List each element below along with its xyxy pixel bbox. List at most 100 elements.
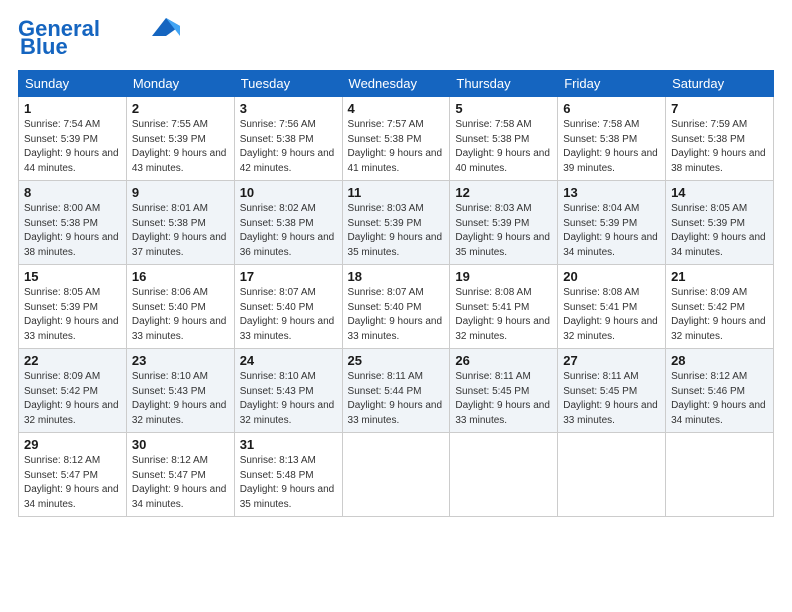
day-number: 9: [132, 185, 229, 200]
day-detail: Sunrise: 8:12 AM Sunset: 5:46 PM Dayligh…: [671, 370, 768, 428]
header: General Blue: [18, 18, 774, 60]
day-detail: Sunrise: 7:58 AM Sunset: 5:38 PM Dayligh…: [455, 118, 552, 176]
day-number: 20: [563, 269, 660, 284]
day-cell-31: 31 Sunrise: 8:13 AM Sunset: 5:48 PM Dayl…: [234, 433, 342, 517]
week-row-1: 1 Sunrise: 7:54 AM Sunset: 5:39 PM Dayli…: [19, 97, 774, 181]
day-cell-25: 25 Sunrise: 8:11 AM Sunset: 5:44 PM Dayl…: [342, 349, 450, 433]
day-number: 21: [671, 269, 768, 284]
day-detail: Sunrise: 8:05 AM Sunset: 5:39 PM Dayligh…: [24, 286, 121, 344]
week-row-5: 29 Sunrise: 8:12 AM Sunset: 5:47 PM Dayl…: [19, 433, 774, 517]
weekday-thursday: Thursday: [450, 71, 558, 97]
day-detail: Sunrise: 8:03 AM Sunset: 5:39 PM Dayligh…: [455, 202, 552, 260]
day-detail: Sunrise: 8:04 AM Sunset: 5:39 PM Dayligh…: [563, 202, 660, 260]
day-cell-6: 6 Sunrise: 7:58 AM Sunset: 5:38 PM Dayli…: [558, 97, 666, 181]
day-detail: Sunrise: 8:01 AM Sunset: 5:38 PM Dayligh…: [132, 202, 229, 260]
day-detail: Sunrise: 8:09 AM Sunset: 5:42 PM Dayligh…: [671, 286, 768, 344]
day-detail: Sunrise: 7:56 AM Sunset: 5:38 PM Dayligh…: [240, 118, 337, 176]
day-detail: Sunrise: 8:13 AM Sunset: 5:48 PM Dayligh…: [240, 454, 337, 512]
day-detail: Sunrise: 8:12 AM Sunset: 5:47 PM Dayligh…: [24, 454, 121, 512]
day-number: 22: [24, 353, 121, 368]
day-cell-17: 17 Sunrise: 8:07 AM Sunset: 5:40 PM Dayl…: [234, 265, 342, 349]
day-cell-20: 20 Sunrise: 8:08 AM Sunset: 5:41 PM Dayl…: [558, 265, 666, 349]
day-cell-3: 3 Sunrise: 7:56 AM Sunset: 5:38 PM Dayli…: [234, 97, 342, 181]
weekday-saturday: Saturday: [666, 71, 774, 97]
day-detail: Sunrise: 8:10 AM Sunset: 5:43 PM Dayligh…: [132, 370, 229, 428]
calendar-table: SundayMondayTuesdayWednesdayThursdayFrid…: [18, 70, 774, 517]
day-cell-23: 23 Sunrise: 8:10 AM Sunset: 5:43 PM Dayl…: [126, 349, 234, 433]
day-cell-28: 28 Sunrise: 8:12 AM Sunset: 5:46 PM Dayl…: [666, 349, 774, 433]
day-cell-11: 11 Sunrise: 8:03 AM Sunset: 5:39 PM Dayl…: [342, 181, 450, 265]
day-cell-15: 15 Sunrise: 8:05 AM Sunset: 5:39 PM Dayl…: [19, 265, 127, 349]
weekday-wednesday: Wednesday: [342, 71, 450, 97]
day-detail: Sunrise: 8:08 AM Sunset: 5:41 PM Dayligh…: [455, 286, 552, 344]
day-detail: Sunrise: 8:10 AM Sunset: 5:43 PM Dayligh…: [240, 370, 337, 428]
day-number: 26: [455, 353, 552, 368]
weekday-friday: Friday: [558, 71, 666, 97]
week-row-4: 22 Sunrise: 8:09 AM Sunset: 5:42 PM Dayl…: [19, 349, 774, 433]
day-number: 15: [24, 269, 121, 284]
day-detail: Sunrise: 8:07 AM Sunset: 5:40 PM Dayligh…: [240, 286, 337, 344]
logo-blue: Blue: [20, 34, 68, 60]
day-detail: Sunrise: 7:59 AM Sunset: 5:38 PM Dayligh…: [671, 118, 768, 176]
day-cell-4: 4 Sunrise: 7:57 AM Sunset: 5:38 PM Dayli…: [342, 97, 450, 181]
day-number: 17: [240, 269, 337, 284]
day-cell-21: 21 Sunrise: 8:09 AM Sunset: 5:42 PM Dayl…: [666, 265, 774, 349]
day-cell-10: 10 Sunrise: 8:02 AM Sunset: 5:38 PM Dayl…: [234, 181, 342, 265]
weekday-sunday: Sunday: [19, 71, 127, 97]
day-cell-16: 16 Sunrise: 8:06 AM Sunset: 5:40 PM Dayl…: [126, 265, 234, 349]
logo-icon: [152, 18, 180, 36]
empty-cell: [342, 433, 450, 517]
day-detail: Sunrise: 7:58 AM Sunset: 5:38 PM Dayligh…: [563, 118, 660, 176]
empty-cell: [450, 433, 558, 517]
day-cell-22: 22 Sunrise: 8:09 AM Sunset: 5:42 PM Dayl…: [19, 349, 127, 433]
day-number: 16: [132, 269, 229, 284]
day-cell-24: 24 Sunrise: 8:10 AM Sunset: 5:43 PM Dayl…: [234, 349, 342, 433]
day-number: 14: [671, 185, 768, 200]
week-row-2: 8 Sunrise: 8:00 AM Sunset: 5:38 PM Dayli…: [19, 181, 774, 265]
day-detail: Sunrise: 7:54 AM Sunset: 5:39 PM Dayligh…: [24, 118, 121, 176]
day-cell-12: 12 Sunrise: 8:03 AM Sunset: 5:39 PM Dayl…: [450, 181, 558, 265]
day-detail: Sunrise: 8:09 AM Sunset: 5:42 PM Dayligh…: [24, 370, 121, 428]
day-detail: Sunrise: 8:08 AM Sunset: 5:41 PM Dayligh…: [563, 286, 660, 344]
day-detail: Sunrise: 8:03 AM Sunset: 5:39 PM Dayligh…: [348, 202, 445, 260]
day-number: 5: [455, 101, 552, 116]
day-cell-29: 29 Sunrise: 8:12 AM Sunset: 5:47 PM Dayl…: [19, 433, 127, 517]
day-cell-2: 2 Sunrise: 7:55 AM Sunset: 5:39 PM Dayli…: [126, 97, 234, 181]
weekday-tuesday: Tuesday: [234, 71, 342, 97]
day-detail: Sunrise: 7:57 AM Sunset: 5:38 PM Dayligh…: [348, 118, 445, 176]
day-number: 25: [348, 353, 445, 368]
day-number: 29: [24, 437, 121, 452]
day-number: 30: [132, 437, 229, 452]
day-cell-19: 19 Sunrise: 8:08 AM Sunset: 5:41 PM Dayl…: [450, 265, 558, 349]
day-number: 2: [132, 101, 229, 116]
day-cell-9: 9 Sunrise: 8:01 AM Sunset: 5:38 PM Dayli…: [126, 181, 234, 265]
day-cell-13: 13 Sunrise: 8:04 AM Sunset: 5:39 PM Dayl…: [558, 181, 666, 265]
day-number: 8: [24, 185, 121, 200]
day-number: 10: [240, 185, 337, 200]
day-detail: Sunrise: 8:11 AM Sunset: 5:44 PM Dayligh…: [348, 370, 445, 428]
day-detail: Sunrise: 8:06 AM Sunset: 5:40 PM Dayligh…: [132, 286, 229, 344]
day-cell-5: 5 Sunrise: 7:58 AM Sunset: 5:38 PM Dayli…: [450, 97, 558, 181]
day-cell-30: 30 Sunrise: 8:12 AM Sunset: 5:47 PM Dayl…: [126, 433, 234, 517]
day-detail: Sunrise: 8:11 AM Sunset: 5:45 PM Dayligh…: [563, 370, 660, 428]
day-number: 18: [348, 269, 445, 284]
day-detail: Sunrise: 7:55 AM Sunset: 5:39 PM Dayligh…: [132, 118, 229, 176]
day-detail: Sunrise: 8:02 AM Sunset: 5:38 PM Dayligh…: [240, 202, 337, 260]
day-detail: Sunrise: 8:07 AM Sunset: 5:40 PM Dayligh…: [348, 286, 445, 344]
day-detail: Sunrise: 8:05 AM Sunset: 5:39 PM Dayligh…: [671, 202, 768, 260]
day-number: 4: [348, 101, 445, 116]
day-detail: Sunrise: 8:00 AM Sunset: 5:38 PM Dayligh…: [24, 202, 121, 260]
day-number: 3: [240, 101, 337, 116]
day-cell-7: 7 Sunrise: 7:59 AM Sunset: 5:38 PM Dayli…: [666, 97, 774, 181]
day-number: 1: [24, 101, 121, 116]
day-number: 6: [563, 101, 660, 116]
day-number: 31: [240, 437, 337, 452]
day-number: 12: [455, 185, 552, 200]
day-detail: Sunrise: 8:12 AM Sunset: 5:47 PM Dayligh…: [132, 454, 229, 512]
day-cell-1: 1 Sunrise: 7:54 AM Sunset: 5:39 PM Dayli…: [19, 97, 127, 181]
week-row-3: 15 Sunrise: 8:05 AM Sunset: 5:39 PM Dayl…: [19, 265, 774, 349]
page: General Blue SundayMondayTuesdayWednesda…: [0, 0, 792, 612]
day-cell-14: 14 Sunrise: 8:05 AM Sunset: 5:39 PM Dayl…: [666, 181, 774, 265]
day-number: 27: [563, 353, 660, 368]
weekday-monday: Monday: [126, 71, 234, 97]
